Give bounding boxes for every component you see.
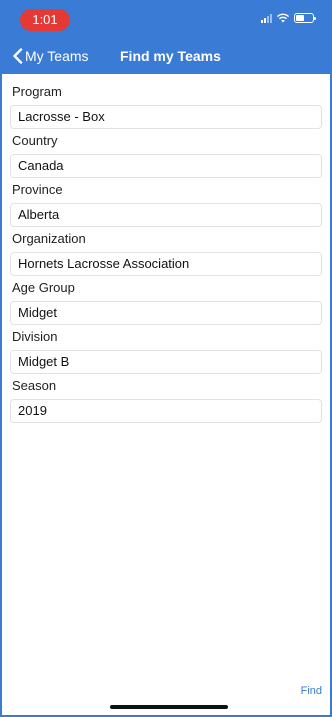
find-button[interactable]: Find — [301, 685, 322, 697]
back-button-label: My Teams — [25, 48, 89, 64]
field-label: Program — [12, 84, 62, 99]
home-indicator[interactable] — [110, 705, 228, 709]
division-picker[interactable]: Midget B — [10, 350, 322, 374]
province-picker[interactable]: Alberta — [10, 203, 322, 227]
field-label: Country — [12, 133, 58, 148]
field-label: Province — [12, 182, 63, 197]
field-country: Country Canada — [10, 133, 322, 178]
search-form: Program Lacrosse - Box Country Canada Pr… — [2, 74, 330, 423]
field-program: Program Lacrosse - Box — [10, 84, 322, 129]
season-picker[interactable]: 2019 — [10, 399, 322, 423]
field-season: Season 2019 — [10, 378, 322, 423]
field-province: Province Alberta — [10, 182, 322, 227]
field-label: Season — [12, 378, 57, 393]
field-age-group: Age Group Midget — [10, 280, 322, 325]
status-time: 1:01 — [20, 9, 70, 31]
wifi-icon — [276, 13, 290, 23]
page-title: Find my Teams — [120, 48, 221, 64]
country-picker[interactable]: Canada — [10, 154, 322, 178]
chevron-left-icon — [13, 48, 23, 64]
field-organization: Organization Hornets Lacrosse Associatio… — [10, 231, 322, 276]
status-icons — [261, 13, 316, 23]
program-picker[interactable]: Lacrosse - Box — [10, 105, 322, 129]
status-bar: 1:01 — [2, 0, 330, 38]
field-label: Division — [12, 329, 58, 344]
field-division: Division Midget B — [10, 329, 322, 374]
organization-picker[interactable]: Hornets Lacrosse Association — [10, 252, 322, 276]
back-button[interactable]: My Teams — [12, 38, 89, 74]
field-label: Organization — [12, 231, 86, 246]
age-group-picker[interactable]: Midget — [10, 301, 322, 325]
navigation-bar: My Teams Find my Teams — [2, 38, 330, 74]
battery-icon — [294, 13, 316, 23]
signal-icon — [261, 13, 272, 23]
phone-screen: 1:01 My Teams Find my Teams Program Lacr… — [0, 0, 332, 717]
field-label: Age Group — [12, 280, 75, 295]
